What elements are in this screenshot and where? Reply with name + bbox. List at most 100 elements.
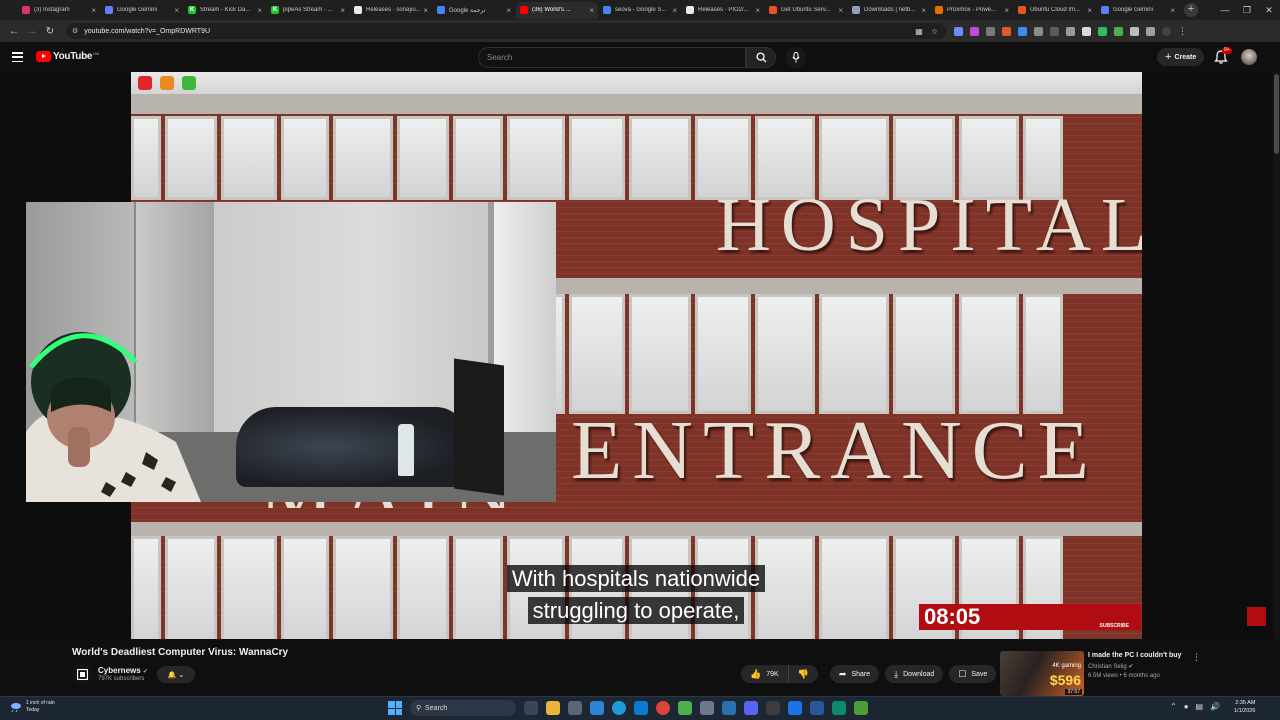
tab-close-icon[interactable]: × [506, 6, 511, 15]
tab-close-icon[interactable]: × [1087, 6, 1092, 15]
install-app-icon[interactable]: ▦ [915, 27, 923, 36]
browser-tab[interactable]: KpipeAs Stream - ... × [267, 2, 349, 19]
profile-icon[interactable] [1162, 26, 1171, 36]
address-bar[interactable]: ⚙ youtube.com/watch?v=_OmpRDWRT9U ▦ ☆ [66, 23, 946, 39]
search-input[interactable]: Search [478, 47, 746, 68]
browser-menu-icon[interactable]: ⋮ [1178, 26, 1187, 36]
share-button[interactable]: ➦ Share [829, 665, 880, 683]
taskbar-search[interactable]: ⚲ Search [410, 700, 516, 716]
tab-close-icon[interactable]: × [340, 6, 345, 15]
tab-close-icon[interactable]: × [257, 6, 262, 15]
tab-close-icon[interactable]: × [755, 6, 760, 15]
app-icon[interactable] [766, 701, 780, 715]
recommended-thumbnail[interactable]: 4K gaming $596 37:57 [1000, 651, 1084, 696]
tab-close-icon[interactable]: × [174, 6, 179, 15]
extension-icon[interactable] [986, 26, 995, 36]
browser-tab[interactable]: Google Gemini × [101, 2, 183, 19]
extension-icon[interactable] [1002, 26, 1011, 36]
volume-icon[interactable]: 🔊 [1210, 702, 1220, 711]
save-button[interactable]: ☐ Save [949, 665, 997, 683]
app-icon[interactable] [590, 701, 604, 715]
extension-icon[interactable] [1018, 26, 1027, 36]
browser-tab[interactable]: (3) Instagram × [18, 2, 100, 19]
extension-icon[interactable] [1114, 26, 1123, 36]
dislike-button[interactable]: 👎 [788, 665, 818, 683]
browser-tab[interactable]: Proxmox - Powe... × [931, 2, 1013, 19]
page-scrollbar[interactable] [1273, 72, 1280, 639]
app-icon[interactable] [854, 701, 868, 715]
tab-close-icon[interactable]: × [838, 6, 843, 15]
back-icon[interactable]: ← [6, 23, 22, 39]
browser-tab[interactable]: K Stream - Kick Da... × [184, 2, 266, 19]
extension-icon[interactable] [1050, 26, 1059, 36]
restore-icon[interactable]: ❐ [1236, 0, 1258, 20]
youtube-logo[interactable]: YouTube MA [36, 51, 99, 62]
extension-icon[interactable] [1034, 26, 1043, 36]
guide-menu-icon[interactable] [12, 52, 23, 62]
chrome-icon[interactable] [656, 701, 670, 715]
bookmark-star-icon[interactable]: ☆ [931, 27, 938, 36]
browser-tab[interactable]: Google ترجمة × [433, 2, 515, 19]
browser-tab[interactable]: Get Ubuntu Serv... × [765, 2, 847, 19]
task-view-icon[interactable] [524, 701, 538, 715]
extensions-puzzle-icon[interactable] [1146, 26, 1155, 36]
taskbar-clock[interactable]: 2:35 AM 1/1/2026 [1234, 699, 1255, 715]
recommended-menu-icon[interactable]: ⋮ [1192, 652, 1201, 663]
voice-search-button[interactable] [785, 47, 806, 68]
app-icon[interactable] [832, 701, 846, 715]
tab-close-icon[interactable]: × [1170, 6, 1175, 15]
extension-icon[interactable] [954, 26, 963, 36]
browser-tab[interactable]: Releases · PIO2/... × [682, 2, 764, 19]
minimize-icon[interactable]: — [1214, 0, 1236, 20]
network-icon[interactable]: ▤ [1196, 702, 1204, 711]
app-icon[interactable] [810, 701, 824, 715]
reload-icon[interactable]: ↻ [42, 23, 58, 39]
app-icon[interactable] [634, 701, 648, 715]
browser-tab[interactable]: seova - Google S... × [599, 2, 681, 19]
create-button[interactable]: + Create [1157, 48, 1205, 66]
start-menu-icon[interactable] [388, 701, 402, 715]
new-tab-icon[interactable]: + [1184, 3, 1198, 17]
extension-icon[interactable] [1082, 26, 1091, 36]
file-explorer-icon[interactable] [546, 701, 560, 715]
video-player[interactable]: HOSPITAL ENTRANCE MAIN With hospitals na… [0, 72, 1280, 639]
site-info-icon[interactable]: ⚙ [72, 27, 78, 35]
extension-icon[interactable] [1130, 26, 1139, 36]
account-avatar[interactable] [1241, 49, 1257, 65]
tray-app-icon[interactable]: ● [1184, 702, 1189, 711]
channel-name[interactable]: Cybernews ✔ [98, 666, 148, 675]
browser-tab[interactable]: Releases · sonayu... × [350, 2, 432, 19]
extension-icon[interactable] [970, 26, 979, 36]
terminal-icon[interactable] [568, 701, 582, 715]
tab-close-icon[interactable]: × [91, 6, 96, 15]
like-button[interactable]: 👍 79K [741, 665, 789, 683]
browser-tab[interactable]: Google Gemini × [1097, 2, 1179, 19]
tab-close-icon[interactable]: × [589, 6, 594, 15]
discord-icon[interactable] [744, 701, 758, 715]
browser-tab[interactable]: Ubuntu Cloud Im... × [1014, 2, 1096, 19]
browser-tab[interactable]: Downloads | netb... × [848, 2, 930, 19]
tray-chevron-icon[interactable]: ⌃ [1170, 702, 1177, 711]
recommended-channel[interactable]: Christian Selig ✔ [1088, 663, 1133, 670]
channel-watermark-icon[interactable] [1247, 607, 1266, 626]
channel-avatar[interactable] [72, 664, 92, 684]
tab-close-icon[interactable]: × [672, 6, 677, 15]
extension-icon[interactable] [1098, 26, 1107, 36]
close-window-icon[interactable]: ✕ [1258, 0, 1280, 20]
tab-close-icon[interactable]: × [1004, 6, 1009, 15]
forward-icon[interactable]: → [24, 23, 40, 39]
extension-icon[interactable] [1066, 26, 1075, 36]
edge-icon[interactable] [612, 701, 626, 715]
recommended-video[interactable]: 4K gaming $596 37:57 I made the PC I cou… [1000, 651, 1270, 696]
download-button[interactable]: ⤓ Download [885, 665, 944, 683]
tab-close-icon[interactable]: × [921, 6, 926, 15]
subscription-bell-button[interactable]: 🔔 ⌄ [157, 666, 195, 683]
tab-close-icon[interactable]: × [423, 6, 428, 15]
settings-icon[interactable] [700, 701, 714, 715]
steam-icon[interactable] [722, 701, 736, 715]
recommended-title[interactable]: I made the PC I couldn't buy [1088, 652, 1181, 659]
weather-widget[interactable]: 1 inch of rain Today [10, 700, 55, 714]
app-icon[interactable] [788, 701, 802, 715]
app-icon[interactable] [678, 701, 692, 715]
browser-tab[interactable]: (36) World's ... × [516, 1, 598, 19]
